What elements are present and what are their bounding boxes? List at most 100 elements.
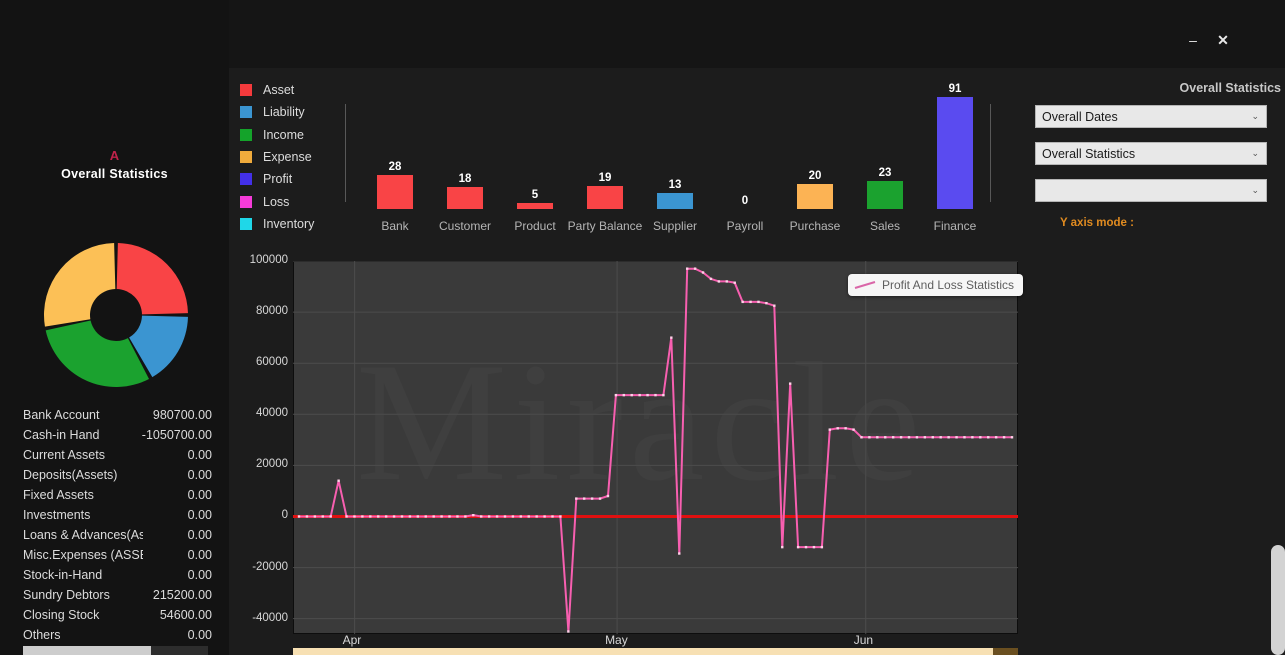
bar-column[interactable]: 13 bbox=[640, 179, 710, 209]
data-point bbox=[717, 280, 721, 283]
line-chart-legend-label: Profit And Loss Statistics bbox=[882, 278, 1015, 292]
bar-rect[interactable] bbox=[937, 97, 973, 209]
legend-item-label: Income bbox=[263, 127, 304, 142]
data-point bbox=[377, 515, 380, 518]
legend-item[interactable]: Income bbox=[240, 124, 314, 146]
account-row[interactable]: Deposits(Assets) 0.00 bbox=[0, 468, 229, 488]
bar-rect[interactable] bbox=[867, 180, 903, 209]
sidebar-horizontal-scrollbar[interactable] bbox=[23, 646, 208, 655]
bar-column[interactable]: 23 bbox=[850, 167, 920, 209]
bar-column[interactable]: 5 bbox=[500, 189, 570, 209]
y-axis-mode-label: Y axis mode : bbox=[1060, 217, 1134, 229]
category-legend: Asset Liability Income Expense Profit Loss Inv… bbox=[240, 79, 314, 235]
account-name: Closing Stock bbox=[23, 608, 100, 622]
account-value: 0.00 bbox=[187, 568, 212, 582]
right-panel-scroll-pill[interactable] bbox=[1271, 545, 1285, 655]
data-point bbox=[987, 436, 990, 439]
statistics-type-select[interactable]: Overall Statistics ⌄ bbox=[1035, 142, 1267, 165]
account-row[interactable]: Bank Account 980700.00 bbox=[0, 408, 229, 428]
line-chart-legend: Profit And Loss Statistics bbox=[848, 274, 1024, 296]
y-tick-label: -20000 bbox=[252, 560, 288, 573]
legend-item-label: Liability bbox=[263, 105, 305, 120]
account-row[interactable]: Stock-in-Hand 0.00 bbox=[0, 568, 229, 588]
data-point bbox=[559, 515, 562, 518]
legend-item[interactable]: Asset bbox=[240, 79, 314, 101]
account-row[interactable]: Loans & Advances(Ass 0.00 bbox=[0, 528, 229, 548]
data-point bbox=[551, 515, 554, 518]
bar-column[interactable]: 28 bbox=[360, 161, 430, 209]
y-tick-label: -40000 bbox=[252, 611, 288, 624]
account-balance-list: Bank Account 980700.00 Cash-in Hand -105070… bbox=[0, 408, 229, 648]
y-tick-label: 0 bbox=[281, 509, 288, 522]
x-tick-label: May bbox=[605, 633, 628, 647]
data-point bbox=[630, 393, 633, 397]
account-value: 0.00 bbox=[187, 448, 212, 462]
bar-rect[interactable] bbox=[377, 174, 413, 209]
bar-column[interactable]: 19 bbox=[570, 172, 640, 209]
bar-category-label: Product bbox=[514, 219, 556, 233]
legend-item-label: Asset bbox=[263, 83, 295, 98]
bar-column[interactable]: 18 bbox=[430, 173, 500, 209]
bar-column[interactable]: 0 bbox=[710, 195, 780, 209]
legend-item[interactable]: Inventory bbox=[240, 213, 314, 235]
data-point bbox=[979, 436, 982, 439]
bar-rect[interactable] bbox=[797, 184, 833, 209]
legend-item[interactable]: Profit bbox=[240, 168, 314, 190]
bar-category-label: Payroll bbox=[726, 219, 764, 233]
data-point bbox=[868, 436, 871, 439]
account-row[interactable]: Investments 0.00 bbox=[0, 508, 229, 528]
bar-chart-separator bbox=[990, 104, 991, 202]
data-point bbox=[297, 515, 301, 518]
donut-segment-expense bbox=[44, 243, 116, 327]
data-point bbox=[575, 497, 578, 500]
legend-item-label: Loss bbox=[263, 194, 290, 209]
data-point bbox=[693, 267, 697, 270]
data-point bbox=[321, 515, 324, 518]
sidebar-scroll-thumb[interactable] bbox=[23, 646, 151, 655]
account-row[interactable]: Current Assets 0.00 bbox=[0, 448, 229, 468]
data-point bbox=[583, 497, 586, 500]
data-point bbox=[947, 436, 950, 439]
bar-rect[interactable] bbox=[517, 202, 553, 209]
account-row[interactable]: Cash-in Hand -1050700.00 bbox=[0, 428, 229, 448]
data-point bbox=[590, 497, 594, 500]
third-filter-select[interactable]: ⌄ bbox=[1035, 179, 1267, 202]
legend-item[interactable]: Liability bbox=[240, 101, 314, 123]
account-row[interactable]: Closing Stock 54600.00 bbox=[0, 608, 229, 628]
data-point bbox=[543, 515, 546, 518]
account-row[interactable]: Others 0.00 bbox=[0, 628, 229, 648]
data-point bbox=[955, 436, 958, 439]
data-point bbox=[448, 515, 451, 518]
bar-column[interactable]: 91 bbox=[920, 83, 990, 209]
data-point bbox=[709, 277, 713, 281]
bar-value-label: 5 bbox=[531, 188, 539, 201]
data-point bbox=[749, 300, 752, 304]
chart-horizontal-scrollbar[interactable] bbox=[293, 648, 1018, 655]
account-row[interactable]: Misc.Expenses (ASSET) 0.00 bbox=[0, 548, 229, 568]
data-point bbox=[994, 436, 998, 439]
bar-rect[interactable] bbox=[447, 186, 483, 209]
account-row[interactable]: Sundry Debtors 215200.00 bbox=[0, 588, 229, 608]
application-window: Miraclei – ✕ A Overall Statistics Bank A… bbox=[0, 0, 1285, 655]
bar-category-label: Party Balance bbox=[567, 219, 643, 233]
bar-category-label: Purchase bbox=[789, 219, 841, 233]
legend-item[interactable]: Expense bbox=[240, 146, 314, 168]
account-row[interactable]: Fixed Assets 0.00 bbox=[0, 488, 229, 508]
data-point bbox=[939, 436, 942, 439]
legend-item[interactable]: Loss bbox=[240, 190, 314, 212]
bar-rect[interactable] bbox=[587, 185, 623, 209]
chart-scroll-thumb[interactable] bbox=[293, 648, 993, 655]
data-point bbox=[662, 393, 665, 397]
y-tick-label: 60000 bbox=[256, 356, 288, 369]
bar-rect[interactable] bbox=[657, 193, 693, 209]
account-value: 0.00 bbox=[187, 468, 212, 482]
bar-column[interactable]: 20 bbox=[780, 170, 850, 209]
date-range-select[interactable]: Overall Dates ⌄ bbox=[1035, 105, 1267, 128]
data-point bbox=[495, 515, 499, 518]
sidebar: A Overall Statistics Bank Account 980700.… bbox=[0, 0, 229, 655]
account-value: 0.00 bbox=[187, 508, 212, 522]
account-value: 0.00 bbox=[187, 528, 212, 542]
data-point bbox=[345, 515, 348, 518]
data-point bbox=[614, 393, 618, 397]
account-value: 0.00 bbox=[187, 628, 212, 642]
